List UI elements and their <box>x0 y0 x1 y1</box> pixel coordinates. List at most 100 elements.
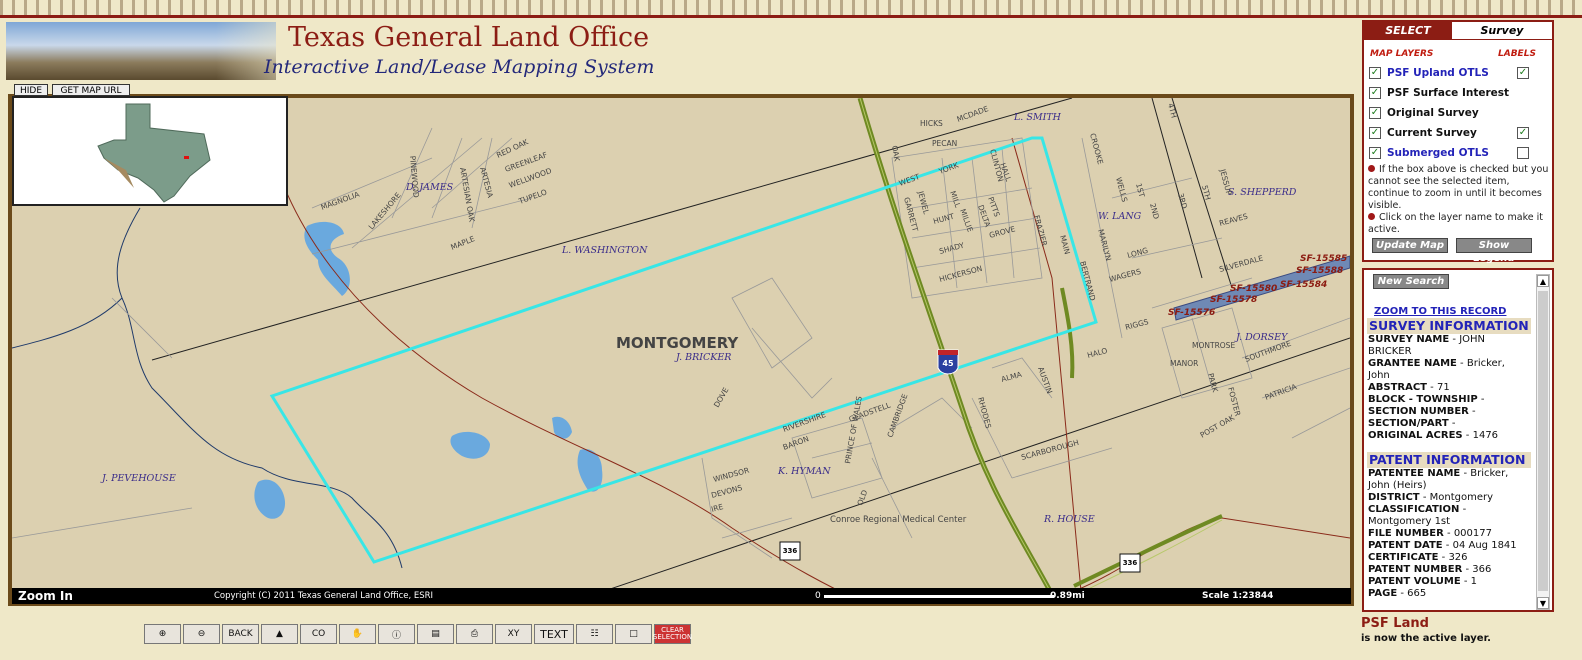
scale-start: 0 <box>815 591 821 601</box>
scroll-down-icon[interactable]: ▼ <box>1537 597 1549 609</box>
parcel-label-sf-15580: SF-15580 <box>1230 284 1277 294</box>
pan-button[interactable]: ✋ <box>339 624 376 644</box>
label-checkbox-psf-upland[interactable]: ✓ <box>1517 67 1529 79</box>
page-subtitle: Interactive Land/Lease Mapping System <box>264 56 655 78</box>
identify-button[interactable]: ⓘ <box>378 624 415 644</box>
layer-name-original-survey[interactable]: Original Survey <box>1387 107 1479 119</box>
field-row: ABSTRACT - 71 <box>1368 382 1450 393</box>
map-toolbar: ⊕ ⊖ BACK ▲ CO ✋ ⓘ ▤ ⎙ XY TEXT ☷ □ CLEAR … <box>144 624 693 646</box>
layer-row-psf-surface: ✓ PSF Surface Interest <box>1369 87 1549 101</box>
scale-distance: 0.89mi <box>1050 591 1085 601</box>
bullet-icon <box>1368 165 1375 172</box>
survey-info-fields: SURVEY NAME - JOHN BRICKER GRANTEE NAME … <box>1368 334 1528 442</box>
street-label: PECAN <box>932 139 957 148</box>
layer-name-psf-surface[interactable]: PSF Surface Interest <box>1387 87 1509 99</box>
update-map-button[interactable]: Update Map <box>1372 238 1448 253</box>
hand-icon: ✋ <box>351 629 364 639</box>
layer-checkbox-original-survey[interactable]: ✓ <box>1369 107 1381 119</box>
landmark-label: Conroe Regional Medical Center <box>830 515 967 525</box>
field-row: PATENTEE NAME - Bricker, John (Heirs) <box>1368 468 1509 491</box>
ruler-icon: ▤ <box>431 629 440 639</box>
coordinate-zoom-button[interactable]: CO <box>300 624 337 644</box>
xy-label: XY <box>507 629 520 639</box>
show-legend-button[interactable]: Show Legend <box>1456 238 1532 264</box>
layer-checkbox-current-survey[interactable]: ✓ <box>1369 127 1381 139</box>
print-button[interactable]: ⎙ <box>456 624 493 644</box>
tab-survey[interactable]: Survey <box>1452 22 1552 40</box>
interstate-45-shield: 45 <box>937 349 959 375</box>
grid-button[interactable]: ☷ <box>576 624 613 644</box>
county-label: MONTGOMERY <box>616 334 739 352</box>
label-checkbox-submerged[interactable] <box>1517 147 1529 159</box>
results-scrollbar[interactable]: ▲ ▼ <box>1536 274 1550 610</box>
layer-name-psf-upland[interactable]: PSF Upland OTLS <box>1387 67 1489 79</box>
map-layers-header: MAP LAYERS <box>1370 49 1434 59</box>
parcel-label-sf-15585: SF-15585 <box>1300 254 1347 264</box>
layer-row-submerged: ✓ Submerged OTLS <box>1369 147 1549 161</box>
survey-label-k-hyman: K. HYMAN <box>777 466 831 477</box>
field-row: CLASSIFICATION - Montgomery 1st <box>1368 504 1467 527</box>
field-row: SECTION NUMBER - <box>1368 406 1476 417</box>
clear-label: CLEAR SELECTION <box>652 626 693 641</box>
text-tool-button[interactable]: TEXT <box>534 624 574 644</box>
field-row: ORIGINAL ACRES - 1476 <box>1368 430 1499 441</box>
patent-info-fields: PATENTEE NAME - Bricker, John (Heirs) DI… <box>1368 468 1528 600</box>
layers-panel: SELECT Survey MAP LAYERS LABELS ✓ PSF Up… <box>1362 20 1554 264</box>
visibility-note-text: If the box above is checked but you cann… <box>1368 164 1549 211</box>
layer-row-original-survey: ✓ Original Survey <box>1369 107 1549 121</box>
layer-checkbox-psf-surface[interactable]: ✓ <box>1369 87 1381 99</box>
select-tool-button[interactable]: □ <box>615 624 652 644</box>
zoom-in-button[interactable]: ⊕ <box>144 624 181 644</box>
zoom-out-button[interactable]: ⊖ <box>183 624 220 644</box>
route-336-shield-1: 336 <box>779 541 801 561</box>
results-panel: New Search ZOOM TO THIS RECORD SURVEY IN… <box>1362 268 1554 612</box>
overview-map[interactable] <box>12 96 288 206</box>
field-row: BLOCK - TOWNSHIP - <box>1368 394 1485 405</box>
xy-button[interactable]: XY <box>495 624 532 644</box>
parcel-label-sf-15576: SF-15576 <box>1168 308 1215 318</box>
header: Texas General Land Office Interactive La… <box>6 22 654 80</box>
new-search-button[interactable]: New Search <box>1373 274 1449 289</box>
overview-location-marker <box>184 156 189 159</box>
visibility-note: If the box above is checked but you cann… <box>1368 164 1550 212</box>
route-336-label-2: 336 <box>1123 559 1138 567</box>
survey-label-j-bricker: J. BRICKER <box>674 352 731 363</box>
layer-name-submerged[interactable]: Submerged OTLS <box>1387 147 1489 159</box>
scroll-thumb[interactable] <box>1538 291 1548 591</box>
layer-checkbox-psf-upland[interactable]: ✓ <box>1369 67 1381 79</box>
field-row: SURVEY NAME - JOHN BRICKER <box>1368 334 1486 357</box>
texas-overview-shape <box>97 103 211 203</box>
survey-info-header: SURVEY INFORMATION <box>1367 318 1531 334</box>
layer-name-current-survey[interactable]: Current Survey <box>1387 127 1477 139</box>
get-map-url-button[interactable]: GET MAP URL <box>52 84 130 96</box>
layer-checkbox-submerged[interactable]: ✓ <box>1369 147 1381 159</box>
activate-note: Click on the layer name to make it activ… <box>1368 212 1550 236</box>
field-row: PATENT VOLUME - 1 <box>1368 576 1478 587</box>
street-label: HICKS <box>920 119 943 128</box>
parcel-label-sf-15588: SF-15588 <box>1296 266 1343 276</box>
texas-icon: ▲ <box>276 629 283 639</box>
coord-label: CO <box>311 629 326 639</box>
page-title: Texas General Land Office <box>288 22 650 53</box>
hide-overview-button[interactable]: HIDE <box>14 84 48 96</box>
back-label: BACK <box>228 629 253 639</box>
parcel-label-sf-15584: SF-15584 <box>1280 280 1327 290</box>
zoom-in-icon: ⊕ <box>158 629 167 639</box>
patent-info-header: PATENT INFORMATION <box>1367 452 1531 468</box>
current-tool-label: Zoom In <box>18 589 73 603</box>
clear-selection-button[interactable]: CLEAR SELECTION <box>652 624 693 644</box>
layer-row-psf-upland: ✓ PSF Upland OTLS ✓ <box>1369 67 1549 81</box>
zoom-to-record-link[interactable]: ZOOM TO THIS RECORD <box>1374 306 1506 317</box>
label-checkbox-current-survey[interactable]: ✓ <box>1517 127 1529 139</box>
tab-select[interactable]: SELECT <box>1364 22 1452 40</box>
back-button[interactable]: BACK <box>222 624 259 644</box>
measure-button[interactable]: ▤ <box>417 624 454 644</box>
full-extent-button[interactable]: ▲ <box>261 624 298 644</box>
scroll-up-icon[interactable]: ▲ <box>1537 275 1549 287</box>
field-row: CERTIFICATE - 326 <box>1368 552 1468 563</box>
info-icon: ⓘ <box>391 630 401 641</box>
map-status-bar: Zoom In Copyright (C) 2011 Texas General… <box>12 588 1351 604</box>
parcel-label-sf-15578: SF-15578 <box>1210 295 1257 305</box>
field-row: GRANTEE NAME - Bricker, John <box>1368 358 1505 381</box>
field-row: SECTION/PART - <box>1368 418 1456 429</box>
